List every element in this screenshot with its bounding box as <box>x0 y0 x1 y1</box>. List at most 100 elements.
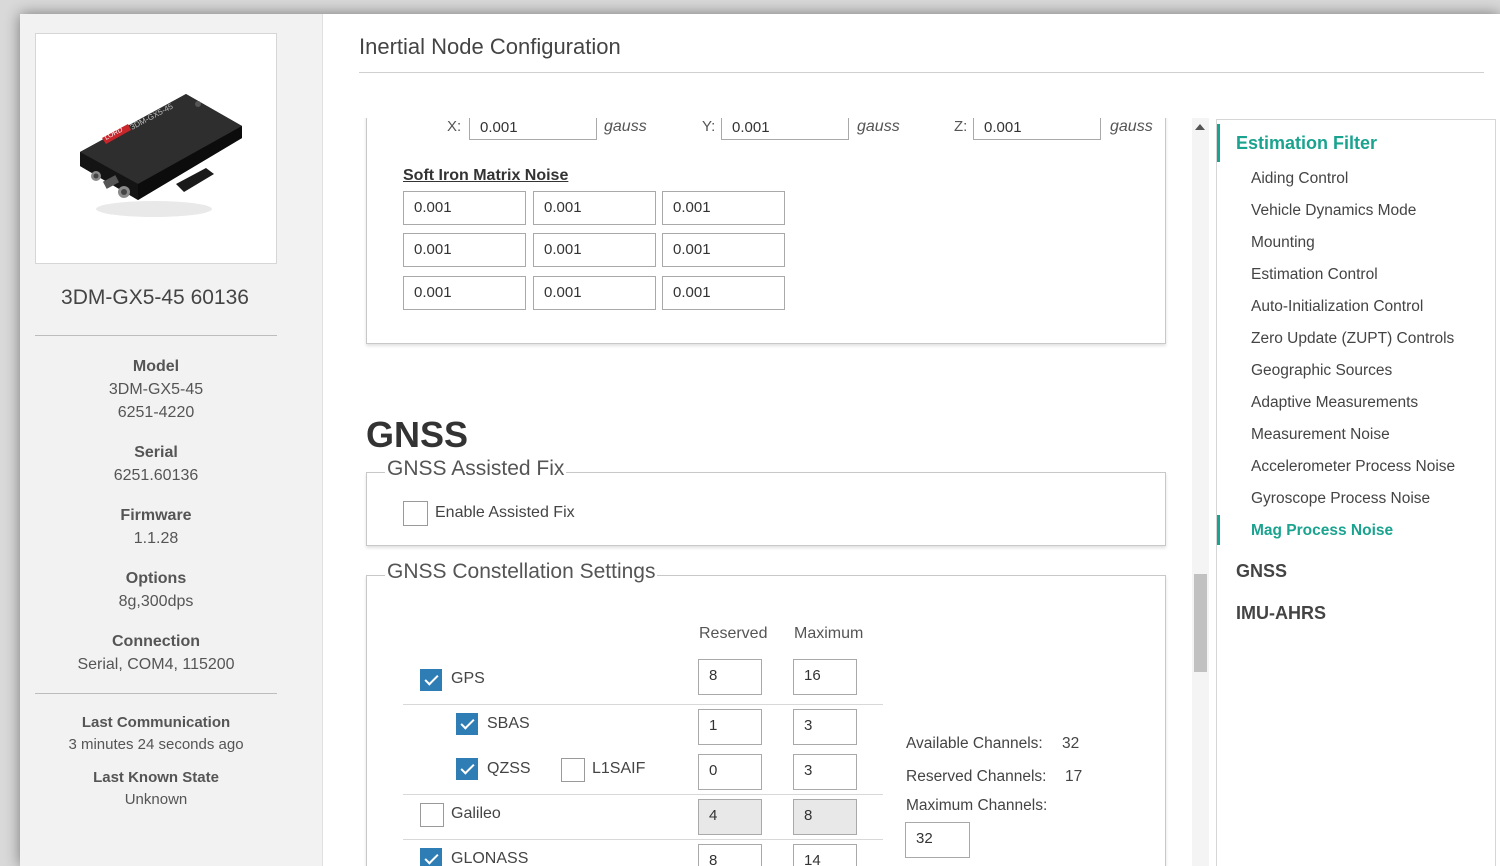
maximum-column-header: Maximum <box>794 625 864 642</box>
glonass-checkbox[interactable] <box>420 848 442 866</box>
model-name: 3DM-GX5-45 <box>108 381 204 398</box>
gps-maximum-input[interactable]: 16 <box>793 659 857 695</box>
soft-iron-cell[interactable]: 0.001 <box>403 233 526 267</box>
galileo-reserved-input[interactable]: 4 <box>698 799 762 835</box>
last-communication-label: Last Communication <box>81 714 231 731</box>
config-scroll-area[interactable]: X: 0.001 gauss Y: 0.001 gauss Z: 0.001 g… <box>336 118 1172 866</box>
page-title: Inertial Node Configuration <box>359 34 621 59</box>
hard-iron-z-unit: gauss <box>1110 118 1153 135</box>
mag-noise-group <box>366 118 1166 344</box>
soft-iron-cell[interactable]: 0.001 <box>403 276 526 310</box>
nav-item-measurement-noise[interactable]: Measurement Noise <box>1251 426 1390 444</box>
soft-iron-cell[interactable]: 0.001 <box>403 191 526 225</box>
nav-item-accelerometer-process-noise[interactable]: Accelerometer Process Noise <box>1251 458 1455 476</box>
gps-label: GPS <box>451 670 485 687</box>
nav-item-zupt-controls[interactable]: Zero Update (ZUPT) Controls <box>1251 330 1454 348</box>
serial-value: 6251.60136 <box>113 467 199 484</box>
device-options-info: Options 8g,300dps <box>20 567 292 613</box>
soft-iron-cell[interactable]: 0.001 <box>533 191 656 225</box>
main-panel: Inertial Node Configuration X: 0.001 gau… <box>336 14 1500 866</box>
hard-iron-y-input[interactable]: 0.001 <box>721 118 849 140</box>
gps-reserved-input[interactable]: 8 <box>698 659 762 695</box>
hard-iron-x-input[interactable]: 0.001 <box>469 118 597 140</box>
connection-label: Connection <box>112 633 200 650</box>
soft-iron-cell[interactable]: 0.001 <box>662 233 785 267</box>
row-divider <box>403 794 883 795</box>
soft-iron-cell[interactable]: 0.001 <box>662 191 785 225</box>
nav-item-mounting[interactable]: Mounting <box>1251 234 1315 252</box>
scrollbar-thumb[interactable] <box>1194 574 1207 672</box>
hard-iron-x-label: X: <box>447 118 462 135</box>
soft-iron-cell[interactable]: 0.001 <box>533 233 656 267</box>
sbas-maximum-input[interactable]: 3 <box>793 709 857 745</box>
firmware-value: 1.1.28 <box>133 530 179 547</box>
soft-iron-matrix-title: Soft Iron Matrix Noise <box>403 167 569 184</box>
qzss-reserved-input[interactable]: 0 <box>698 754 762 790</box>
hard-iron-z-input[interactable]: 0.001 <box>973 118 1101 140</box>
nav-item-vehicle-dynamics-mode[interactable]: Vehicle Dynamics Mode <box>1251 202 1416 220</box>
nav-active-indicator <box>1217 124 1220 162</box>
nav-active-item-indicator <box>1217 515 1220 545</box>
nav-item-adaptive-measurements[interactable]: Adaptive Measurements <box>1251 394 1418 412</box>
nav-item-aiding-control[interactable]: Aiding Control <box>1251 170 1348 188</box>
maximum-channels-input[interactable]: 32 <box>905 822 970 858</box>
qzss-maximum-input[interactable]: 3 <box>793 754 857 790</box>
glonass-reserved-input[interactable]: 8 <box>698 844 762 866</box>
enable-assisted-fix-checkbox[interactable] <box>403 501 428 526</box>
l1saif-checkbox[interactable] <box>561 758 585 782</box>
galileo-checkbox[interactable] <box>420 803 444 827</box>
sbas-checkbox[interactable] <box>456 713 478 735</box>
title-divider <box>359 72 1484 73</box>
last-state-value: Unknown <box>124 791 188 808</box>
reserved-column-header: Reserved <box>699 625 768 642</box>
gps-checkbox[interactable] <box>420 669 442 691</box>
last-communication-value: 3 minutes 24 seconds ago <box>68 736 244 753</box>
row-divider <box>403 704 883 705</box>
gnss-section-heading: GNSS <box>366 414 469 455</box>
nav-item-gyroscope-process-noise[interactable]: Gyroscope Process Noise <box>1251 490 1430 508</box>
nav-estimation-filter[interactable]: Estimation Filter <box>1236 133 1377 154</box>
serial-label: Serial <box>134 444 178 461</box>
galileo-maximum-input[interactable]: 8 <box>793 799 857 835</box>
device-model-info: Model 3DM-GX5-45 6251-4220 <box>20 355 292 424</box>
sbas-label: SBAS <box>487 715 530 732</box>
options-label: Options <box>125 570 187 587</box>
nav-imu-ahrs[interactable]: IMU-AHRS <box>1236 603 1326 624</box>
soft-iron-cell[interactable]: 0.001 <box>662 276 785 310</box>
options-value: 8g,300dps <box>118 593 194 610</box>
last-communication-info: Last Communication 3 minutes 24 seconds … <box>20 712 292 756</box>
model-number: 6251-4220 <box>117 404 195 421</box>
section-navigation: Estimation Filter Aiding Control Vehicle… <box>1216 119 1496 866</box>
sbas-reserved-input[interactable]: 1 <box>698 709 762 745</box>
firmware-label: Firmware <box>120 507 192 524</box>
nav-item-geographic-sources[interactable]: Geographic Sources <box>1251 362 1392 380</box>
nav-item-mag-process-noise[interactable]: Mag Process Noise <box>1251 522 1393 540</box>
l1saif-label: L1SAIF <box>592 760 646 777</box>
model-label: Model <box>132 358 180 375</box>
glonass-maximum-input[interactable]: 14 <box>793 844 857 866</box>
hard-iron-y-unit: gauss <box>857 118 900 135</box>
qzss-checkbox[interactable] <box>456 758 478 780</box>
last-state-label: Last Known State <box>93 769 219 786</box>
divider <box>35 335 277 336</box>
assisted-fix-legend: GNSS Assisted Fix <box>385 457 567 481</box>
available-channels-label: Available Channels: <box>906 735 1043 752</box>
reserved-channels-value: 17 <box>1065 768 1083 785</box>
nav-item-auto-initialization-control[interactable]: Auto-Initialization Control <box>1251 298 1423 316</box>
device-connection-info: Connection Serial, COM4, 115200 <box>20 630 292 676</box>
row-divider <box>403 839 883 840</box>
scroll-up-icon[interactable] <box>1195 124 1205 130</box>
galileo-label: Galileo <box>451 805 501 822</box>
device-serial-info: Serial 6251.60136 <box>20 441 292 487</box>
nav-item-estimation-control[interactable]: Estimation Control <box>1251 266 1378 284</box>
hard-iron-z-label: Z: <box>954 118 968 135</box>
maximum-channels-label: Maximum Channels: <box>906 797 1048 814</box>
divider <box>35 693 277 694</box>
qzss-label: QZSS <box>487 760 531 777</box>
nav-gnss[interactable]: GNSS <box>1236 561 1287 582</box>
connection-value: Serial, COM4, 115200 <box>77 656 235 673</box>
device-name: 3DM-GX5-45 60136 <box>61 286 249 309</box>
soft-iron-cell[interactable]: 0.001 <box>533 276 656 310</box>
content-scrollbar[interactable] <box>1192 118 1209 866</box>
enable-assisted-fix-label: Enable Assisted Fix <box>435 504 575 521</box>
